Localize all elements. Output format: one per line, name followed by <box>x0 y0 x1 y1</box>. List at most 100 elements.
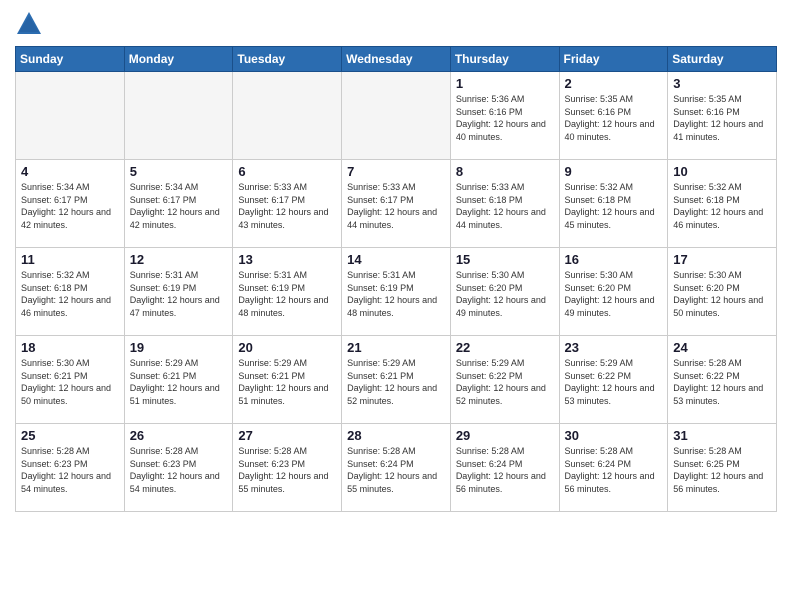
day-info: Sunrise: 5:28 AMSunset: 6:25 PMDaylight:… <box>673 445 771 495</box>
calendar-cell: 20 Sunrise: 5:29 AMSunset: 6:21 PMDayligh… <box>233 336 342 424</box>
calendar-cell: 24 Sunrise: 5:28 AMSunset: 6:22 PMDayligh… <box>668 336 777 424</box>
calendar-cell: 25 Sunrise: 5:28 AMSunset: 6:23 PMDayligh… <box>16 424 125 512</box>
calendar-cell: 11Sunrise: 5:32 AMSunset: 6:18 PMDayligh… <box>16 248 125 336</box>
calendar-week-4: 18 Sunrise: 5:30 AMSunset: 6:21 PMDayligh… <box>16 336 777 424</box>
calendar-cell <box>16 72 125 160</box>
col-sunday: Sunday <box>16 47 125 72</box>
day-info: Sunrise: 5:34 AMSunset: 6:17 PMDaylight:… <box>21 181 119 231</box>
day-info: Sunrise: 5:28 AMSunset: 6:23 PMDaylight:… <box>238 445 336 495</box>
day-info: Sunrise: 5:34 AMSunset: 6:17 PMDaylight:… <box>130 181 228 231</box>
calendar-cell: 18 Sunrise: 5:30 AMSunset: 6:21 PMDayligh… <box>16 336 125 424</box>
day-number: 23 <box>565 340 663 355</box>
calendar-cell: 16 Sunrise: 5:30 AMSunset: 6:20 PMDayligh… <box>559 248 668 336</box>
day-number: 19 <box>130 340 228 355</box>
day-number: 24 <box>673 340 771 355</box>
col-thursday: Thursday <box>450 47 559 72</box>
day-info: Sunrise: 5:33 AMSunset: 6:17 PMDaylight:… <box>238 181 336 231</box>
calendar-cell: 23Sunrise: 5:29 AMSunset: 6:22 PMDayligh… <box>559 336 668 424</box>
col-monday: Monday <box>124 47 233 72</box>
day-info: Sunrise: 5:28 AMSunset: 6:22 PMDaylight:… <box>673 357 771 407</box>
calendar-cell: 27 Sunrise: 5:28 AMSunset: 6:23 PMDayligh… <box>233 424 342 512</box>
calendar-cell: 8 Sunrise: 5:33 AMSunset: 6:18 PMDaylight… <box>450 160 559 248</box>
day-number: 9 <box>565 164 663 179</box>
calendar-cell: 7Sunrise: 5:33 AMSunset: 6:17 PMDaylight… <box>342 160 451 248</box>
day-number: 16 <box>565 252 663 267</box>
calendar-cell: 19Sunrise: 5:29 AMSunset: 6:21 PMDayligh… <box>124 336 233 424</box>
calendar-cell: 10 Sunrise: 5:32 AMSunset: 6:18 PMDayligh… <box>668 160 777 248</box>
calendar-cell: 17 Sunrise: 5:30 AMSunset: 6:20 PMDayligh… <box>668 248 777 336</box>
calendar-cell: 1 Sunrise: 5:36 AMSunset: 6:16 PMDaylight… <box>450 72 559 160</box>
day-number: 30 <box>565 428 663 443</box>
calendar-cell: 5Sunrise: 5:34 AMSunset: 6:17 PMDaylight… <box>124 160 233 248</box>
day-number: 13 <box>238 252 336 267</box>
day-info: Sunrise: 5:29 AMSunset: 6:21 PMDaylight:… <box>238 357 336 407</box>
day-number: 28 <box>347 428 445 443</box>
day-info: Sunrise: 5:30 AMSunset: 6:20 PMDaylight:… <box>456 269 554 319</box>
day-number: 27 <box>238 428 336 443</box>
calendar-cell: 15 Sunrise: 5:30 AMSunset: 6:20 PMDayligh… <box>450 248 559 336</box>
day-info: Sunrise: 5:29 AMSunset: 6:22 PMDaylight:… <box>456 357 554 407</box>
logo <box>15 10 47 38</box>
day-number: 12 <box>130 252 228 267</box>
day-info: Sunrise: 5:32 AMSunset: 6:18 PMDaylight:… <box>565 181 663 231</box>
day-info: Sunrise: 5:28 AMSunset: 6:23 PMDaylight:… <box>21 445 119 495</box>
day-info: Sunrise: 5:36 AMSunset: 6:16 PMDaylight:… <box>456 93 554 143</box>
day-info: Sunrise: 5:29 AMSunset: 6:21 PMDaylight:… <box>347 357 445 407</box>
day-info: Sunrise: 5:35 AMSunset: 6:16 PMDaylight:… <box>565 93 663 143</box>
calendar-cell: 13 Sunrise: 5:31 AMSunset: 6:19 PMDayligh… <box>233 248 342 336</box>
calendar-cell: 3 Sunrise: 5:35 AMSunset: 6:16 PMDaylight… <box>668 72 777 160</box>
day-number: 14 <box>347 252 445 267</box>
calendar-cell: 12 Sunrise: 5:31 AMSunset: 6:19 PMDayligh… <box>124 248 233 336</box>
day-info: Sunrise: 5:30 AMSunset: 6:20 PMDaylight:… <box>565 269 663 319</box>
calendar-cell <box>342 72 451 160</box>
day-number: 3 <box>673 76 771 91</box>
calendar-header-row: Sunday Monday Tuesday Wednesday Thursday… <box>16 47 777 72</box>
day-info: Sunrise: 5:32 AMSunset: 6:18 PMDaylight:… <box>21 269 119 319</box>
day-number: 4 <box>21 164 119 179</box>
calendar-cell: 28 Sunrise: 5:28 AMSunset: 6:24 PMDayligh… <box>342 424 451 512</box>
calendar-table: Sunday Monday Tuesday Wednesday Thursday… <box>15 46 777 512</box>
page-header <box>15 10 777 38</box>
day-info: Sunrise: 5:28 AMSunset: 6:23 PMDaylight:… <box>130 445 228 495</box>
day-number: 18 <box>21 340 119 355</box>
calendar-cell: 22 Sunrise: 5:29 AMSunset: 6:22 PMDayligh… <box>450 336 559 424</box>
calendar-cell: 14Sunrise: 5:31 AMSunset: 6:19 PMDayligh… <box>342 248 451 336</box>
calendar-cell: 2Sunrise: 5:35 AMSunset: 6:16 PMDaylight… <box>559 72 668 160</box>
day-number: 1 <box>456 76 554 91</box>
calendar-cell: 9 Sunrise: 5:32 AMSunset: 6:18 PMDaylight… <box>559 160 668 248</box>
calendar-week-2: 4 Sunrise: 5:34 AMSunset: 6:17 PMDaylight… <box>16 160 777 248</box>
calendar-cell: 31 Sunrise: 5:28 AMSunset: 6:25 PMDayligh… <box>668 424 777 512</box>
day-number: 29 <box>456 428 554 443</box>
calendar-week-5: 25 Sunrise: 5:28 AMSunset: 6:23 PMDayligh… <box>16 424 777 512</box>
day-info: Sunrise: 5:28 AMSunset: 6:24 PMDaylight:… <box>347 445 445 495</box>
calendar-cell: 29Sunrise: 5:28 AMSunset: 6:24 PMDayligh… <box>450 424 559 512</box>
day-number: 26 <box>130 428 228 443</box>
col-tuesday: Tuesday <box>233 47 342 72</box>
day-number: 25 <box>21 428 119 443</box>
day-info: Sunrise: 5:30 AMSunset: 6:21 PMDaylight:… <box>21 357 119 407</box>
calendar-cell: 4 Sunrise: 5:34 AMSunset: 6:17 PMDaylight… <box>16 160 125 248</box>
calendar-cell: 21 Sunrise: 5:29 AMSunset: 6:21 PMDayligh… <box>342 336 451 424</box>
day-number: 15 <box>456 252 554 267</box>
day-number: 10 <box>673 164 771 179</box>
calendar-cell: 26 Sunrise: 5:28 AMSunset: 6:23 PMDayligh… <box>124 424 233 512</box>
day-number: 6 <box>238 164 336 179</box>
day-info: Sunrise: 5:35 AMSunset: 6:16 PMDaylight:… <box>673 93 771 143</box>
col-wednesday: Wednesday <box>342 47 451 72</box>
day-number: 22 <box>456 340 554 355</box>
day-info: Sunrise: 5:32 AMSunset: 6:18 PMDaylight:… <box>673 181 771 231</box>
day-number: 31 <box>673 428 771 443</box>
calendar-cell: 6 Sunrise: 5:33 AMSunset: 6:17 PMDaylight… <box>233 160 342 248</box>
day-number: 8 <box>456 164 554 179</box>
calendar-cell <box>233 72 342 160</box>
day-info: Sunrise: 5:31 AMSunset: 6:19 PMDaylight:… <box>130 269 228 319</box>
day-info: Sunrise: 5:30 AMSunset: 6:20 PMDaylight:… <box>673 269 771 319</box>
day-number: 7 <box>347 164 445 179</box>
day-number: 20 <box>238 340 336 355</box>
day-number: 21 <box>347 340 445 355</box>
day-info: Sunrise: 5:31 AMSunset: 6:19 PMDaylight:… <box>238 269 336 319</box>
col-saturday: Saturday <box>668 47 777 72</box>
day-number: 17 <box>673 252 771 267</box>
day-info: Sunrise: 5:33 AMSunset: 6:18 PMDaylight:… <box>456 181 554 231</box>
page-container: Sunday Monday Tuesday Wednesday Thursday… <box>0 0 792 612</box>
